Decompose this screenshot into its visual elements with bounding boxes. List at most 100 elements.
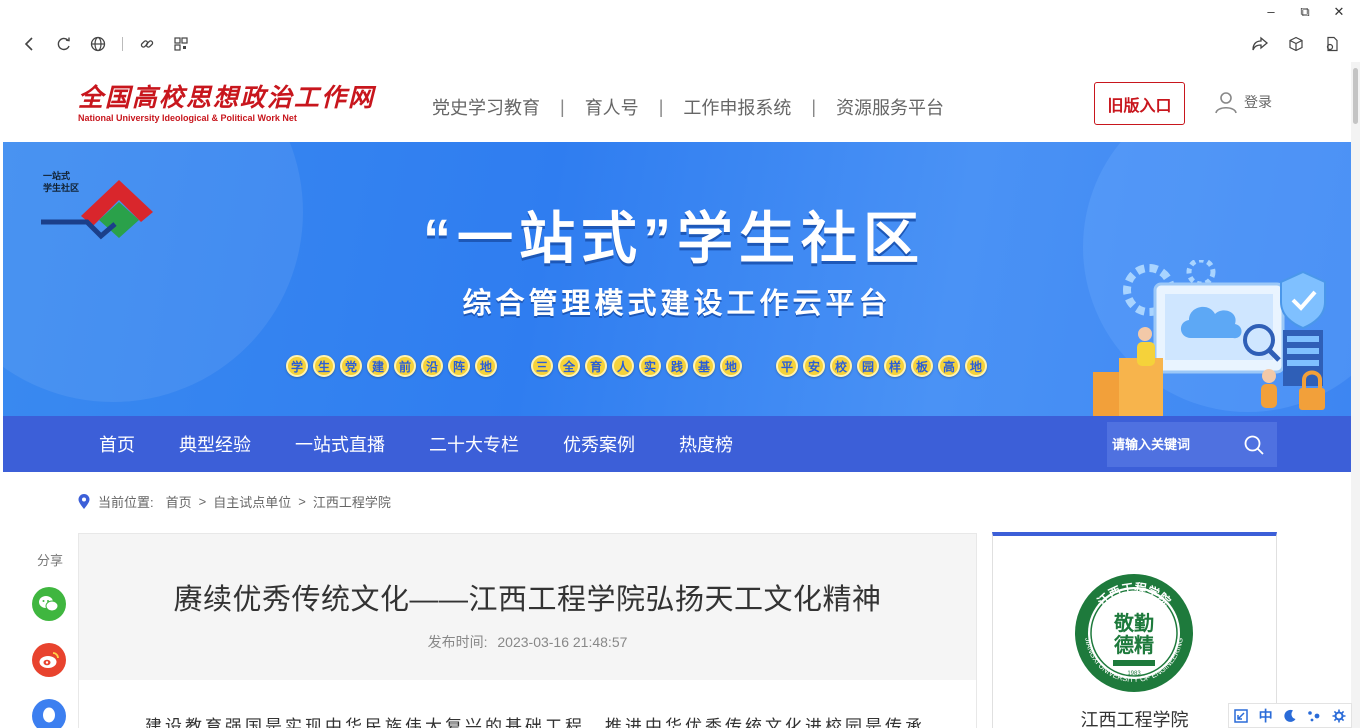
top-nav-work-report[interactable]: 工作申报系统 [683,94,791,120]
breadcrumb-pilot-units[interactable]: 自主试点单位 [213,492,291,511]
slogan-char: 样 [884,355,906,377]
nav-live[interactable]: 一站式直播 [295,431,385,457]
breadcrumb-label: 当前位置: [98,495,154,510]
slogan-char: 地 [965,355,987,377]
nav-hot-list[interactable]: 热度榜 [679,431,733,457]
slogan-char: 平 [776,355,798,377]
cloud-platform-illustration [1093,260,1326,416]
window-controls: – ⧉ ✕ [1264,4,1346,20]
extension-cube-icon[interactable] [1286,34,1306,54]
slogan-char: 全 [558,355,580,377]
badge-line-2: 学生社区 [43,183,80,193]
slogan-char: 基 [693,355,715,377]
top-nav-yurenhao[interactable]: 育人号 [585,94,639,120]
breadcrumb-home[interactable]: 首页 [166,492,192,511]
dots-icon[interactable] [1307,709,1321,723]
slogan-char: 实 [639,355,661,377]
publish-label: 发布时间: [427,634,488,650]
login-link[interactable]: 登录 [1214,90,1272,114]
top-nav: 党史学习教育 | 育人号 | 工作申报系统 | 资源服务平台 [432,94,944,120]
badge-line-1: 一站式 [43,171,71,181]
restore-button[interactable]: ⧉ [1298,4,1312,20]
slogan-char: 沿 [421,355,443,377]
slogan-char: 安 [803,355,825,377]
banner-slogans: 学生党建前沿阵地 三全育人实践基地 平安校园样板高地 [286,355,987,377]
page-scrollbar[interactable] [1351,62,1360,728]
top-nav-divider: | [811,96,817,117]
article-header: 赓续优秀传统文化——江西工程学院弘扬天工文化精神 发布时间: 2023-03-1… [79,534,976,680]
old-version-button[interactable]: 旧版入口 [1094,82,1185,125]
search-icon[interactable] [1243,434,1265,456]
emblem-motto-2: 德精 [1114,633,1154,657]
nav-excellent-cases[interactable]: 优秀案例 [563,431,635,457]
scrollbar-thumb[interactable] [1353,68,1358,124]
slogan-group: 三全育人实践基地 [531,355,742,377]
slogan-char: 前 [394,355,416,377]
emblem-year: 1983 [1127,671,1141,677]
main-nav: 首页 典型经验 一站式直播 二十大专栏 优秀案例 热度榜 [3,416,1351,472]
nav-20th-congress[interactable]: 二十大专栏 [429,431,519,457]
shrink-icon[interactable] [1234,708,1248,723]
school-emblem: 江西工程学院 JIANGXI UNIVERSITY OF ENGINEERING… [1075,574,1193,692]
article-meta: 发布时间: 2023-03-16 21:48:57 [79,632,976,652]
search-input[interactable] [1112,437,1232,452]
logo-chinese: 全国高校思想政治工作网 [78,83,376,112]
slogan-char: 党 [340,355,362,377]
search-box [1107,422,1277,467]
close-button[interactable]: ✕ [1332,4,1346,20]
slogan-group: 平安校园样板高地 [776,355,987,377]
slogan-char: 学 [286,355,308,377]
slogan-char: 人 [612,355,634,377]
breadcrumb-current[interactable]: 江西工程学院 [313,492,391,511]
article: 赓续优秀传统文化——江西工程学院弘扬天工文化精神 发布时间: 2023-03-1… [78,533,977,728]
share-label: 分享 [36,553,63,568]
floating-toolbar: 中 [1228,703,1352,728]
banner-title-text: “一站式”学生社区 [423,207,925,270]
article-body: 建设教育强国是实现中华民族伟大复兴的基础工程，推进中华优秀传统文化进校园是传承中 [145,717,925,728]
gear-icon[interactable] [1332,709,1346,723]
back-icon[interactable] [20,34,40,54]
badge-text: 一站式 学生社区 [43,170,79,194]
nav-home[interactable]: 首页 [99,431,135,457]
breadcrumb: 当前位置: 首页 > 自主试点单位 > 江西工程学院 [78,492,391,511]
nav-typical-experience[interactable]: 典型经验 [179,431,251,457]
location-pin-icon [78,493,90,509]
user-icon [1215,92,1237,114]
globe-icon[interactable] [88,34,108,54]
publish-time: 2023-03-16 21:48:57 [497,634,628,650]
slogan-char: 板 [911,355,933,377]
minimize-button[interactable]: – [1264,4,1278,20]
wechat-icon [39,596,59,612]
moon-icon[interactable] [1283,709,1297,723]
language-toggle[interactable]: 中 [1259,706,1273,726]
top-nav-resource-platform[interactable]: 资源服务平台 [836,94,944,120]
login-label: 登录 [1244,94,1272,110]
slogan-char: 地 [720,355,742,377]
slogan-char: 建 [367,355,389,377]
logo-english: National University Ideological & Politi… [78,113,297,123]
school-card[interactable]: 江西工程学院 JIANGXI UNIVERSITY OF ENGINEERING… [992,532,1277,728]
top-nav-party-history[interactable]: 党史学习教育 [432,94,540,120]
slogan-char: 园 [857,355,879,377]
article-title: 赓续优秀传统文化——江西工程学院弘扬天工文化精神 [173,584,882,616]
wechat-share-button[interactable] [32,587,66,621]
slogan-char: 生 [313,355,335,377]
emblem-motto-1: 敬勤 [1113,611,1154,635]
reload-icon[interactable] [54,34,74,54]
breadcrumb-sep: > [198,494,207,509]
slogan-char: 三 [531,355,553,377]
site-header: 全国高校思想政治工作网 National University Ideologi… [0,72,1360,140]
link-icon[interactable] [137,34,157,54]
slogan-group: 学生党建前沿阵地 [286,355,497,377]
share-icon[interactable] [1250,34,1270,54]
slogan-char: 地 [475,355,497,377]
weibo-share-button[interactable] [32,643,66,677]
qq-icon [43,707,55,723]
slogan-char: 高 [938,355,960,377]
qr-code-icon[interactable] [171,34,191,54]
weibo-icon [39,652,59,668]
breadcrumb-sep: > [298,494,306,509]
site-logo[interactable]: 全国高校思想政治工作网 National University Ideologi… [78,83,376,124]
qq-share-button[interactable] [32,699,66,728]
downloads-icon[interactable] [1322,34,1342,54]
